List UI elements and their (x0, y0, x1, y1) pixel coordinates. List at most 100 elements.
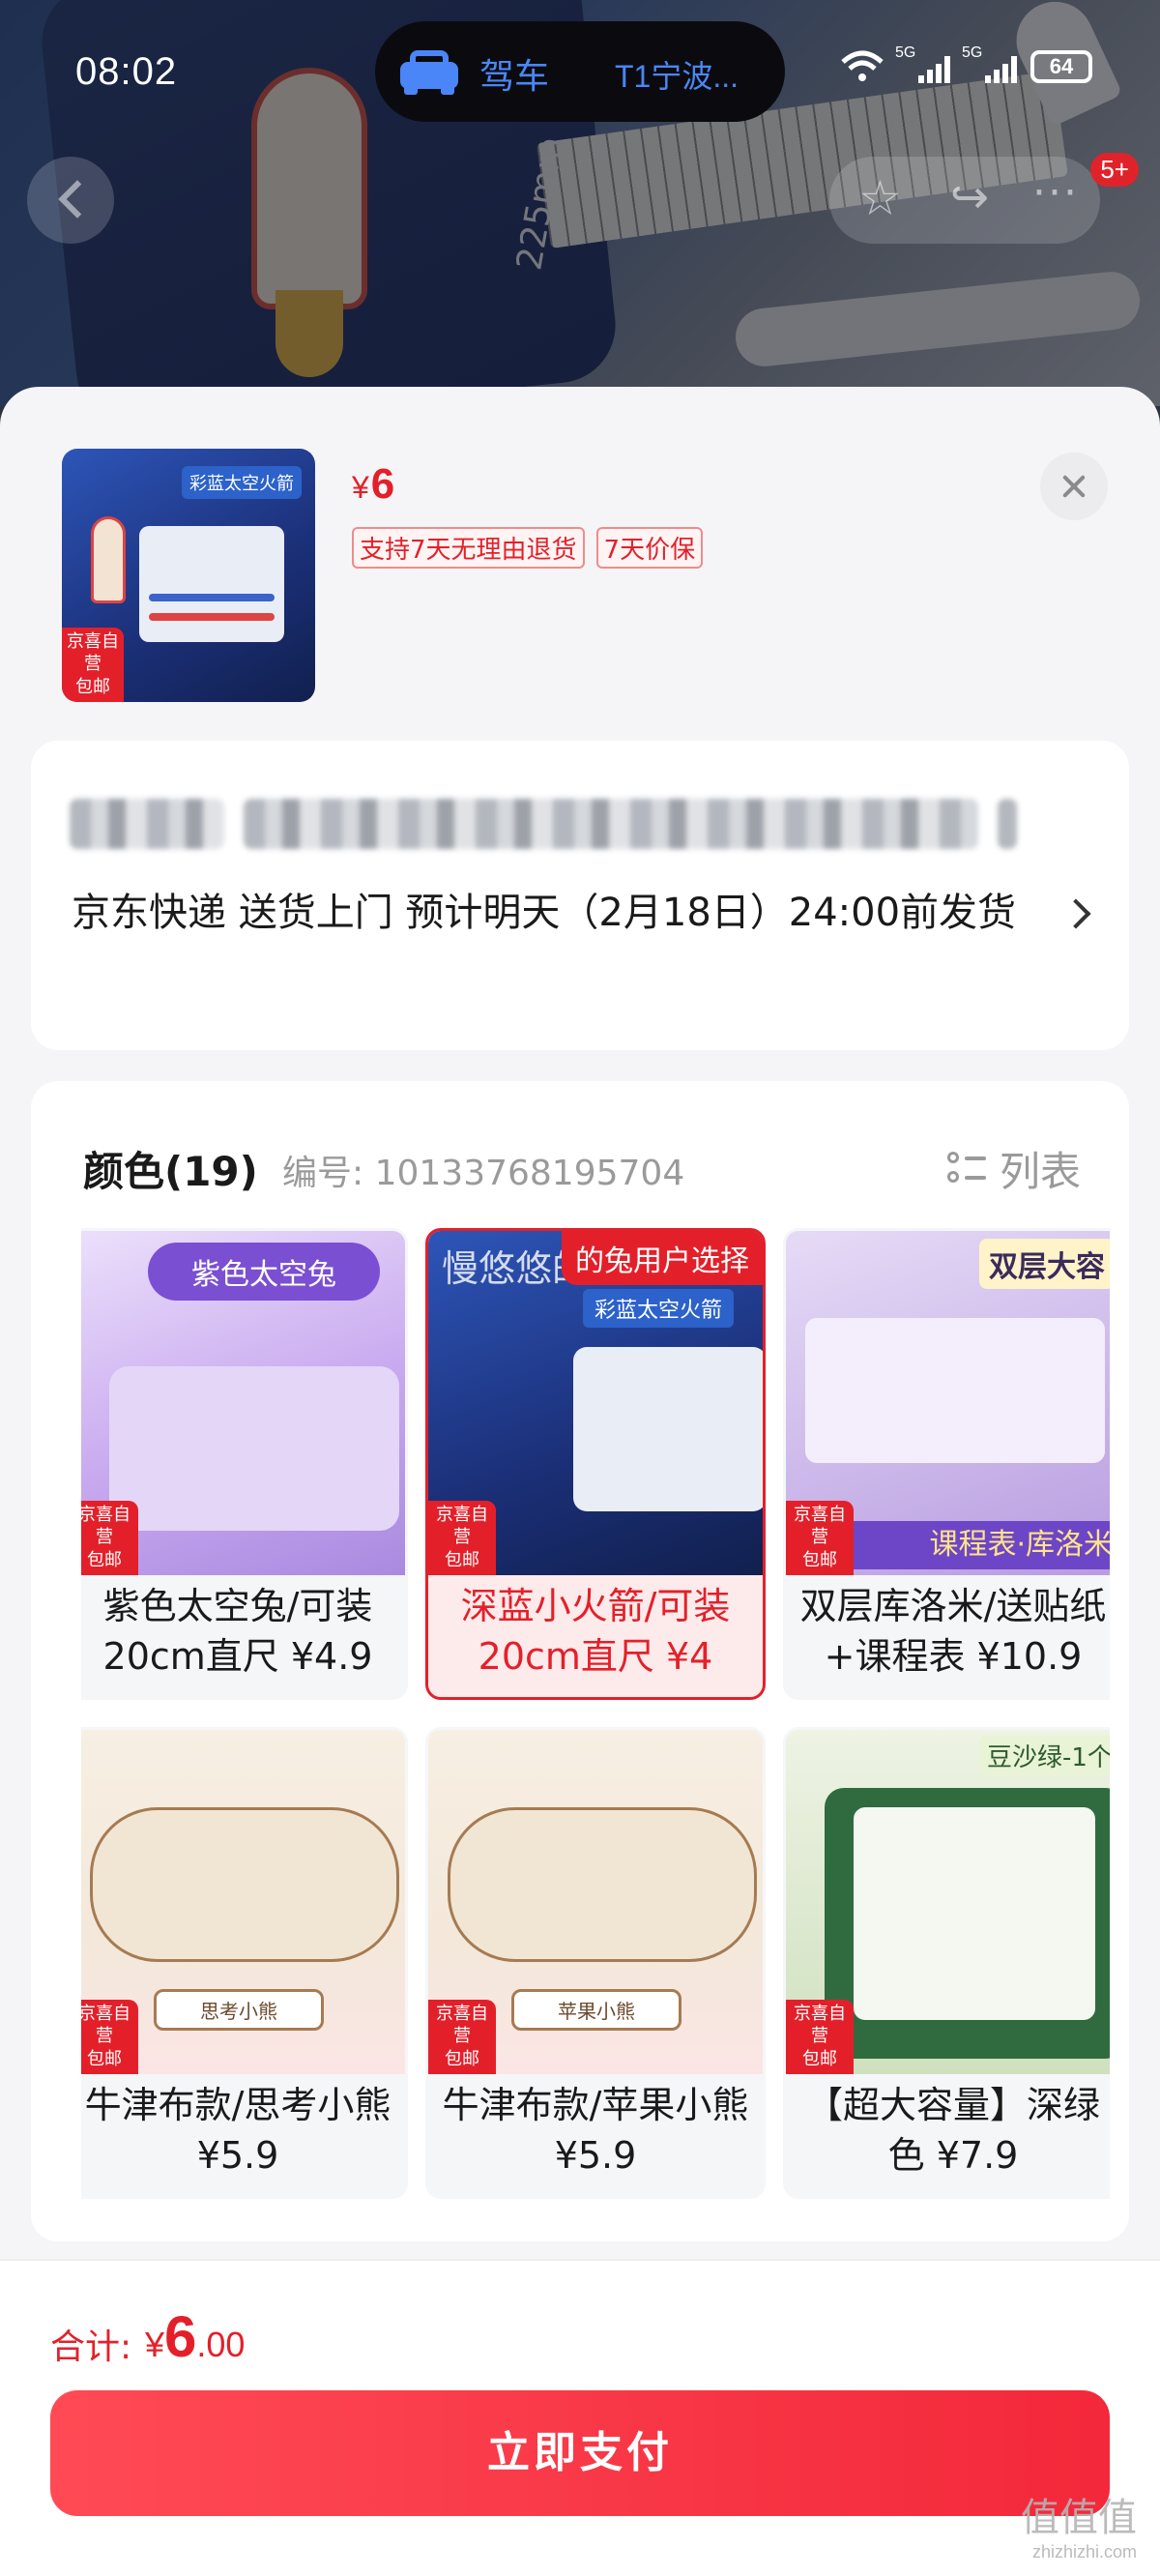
jd-self-operated-badge: 京喜自营 包邮 (428, 1500, 496, 1575)
service-tags: 支持7天无理由退货 7天价保 (352, 527, 704, 569)
variant-image: 双层大容 课程表·库洛米 京喜自营 包邮 (786, 1231, 1110, 1575)
back-button[interactable] (27, 157, 114, 244)
total-label: 合计: (50, 2327, 132, 2367)
variant-label: 【超大容量】深绿色 ¥7.9 (805, 2084, 1100, 2177)
more-icon[interactable]: ··· (1032, 168, 1079, 218)
image-title: 苹果小熊 (511, 1989, 682, 2031)
total-price: ¥6.00 (145, 2303, 245, 2370)
badge-line: 包邮 (87, 2048, 122, 2069)
product-nav-bar: ☆ ↪ ··· 5+ (27, 153, 1139, 244)
jd-self-operated-badge: 京喜自营 包邮 (81, 1999, 138, 2074)
badge-line: 包邮 (445, 2048, 479, 2069)
watermark: 值值值 zhizhizhi.com (1021, 2486, 1137, 2562)
pay-now-button[interactable]: 立即支付 (50, 2390, 1110, 2516)
variant-option[interactable]: 豆沙绿-1个 京喜自营 包邮 【超大容量】深绿色 ¥7.9 (783, 1727, 1110, 2199)
badge-line: 京喜自营 (436, 2003, 488, 2047)
jd-self-operated-badge: 京喜自营 包邮 (786, 1999, 854, 2074)
case-interior (854, 1807, 1095, 2020)
currency-symbol: ¥ (352, 470, 369, 505)
pen-illustration (149, 613, 275, 621)
variant-label: 紫色太空兔/可装20cm直尺 ¥4.9 (102, 1585, 373, 1678)
badge-line: 京喜自营 (794, 2003, 846, 2047)
drive-destination: T1宁波... (615, 59, 740, 94)
case-illustration (90, 1807, 399, 1962)
variant-option[interactable]: 苹果小熊 京喜自营 包邮 牛津布款/苹果小熊 ¥5.9 (425, 1727, 766, 2199)
message-badge: 5+ (1090, 153, 1139, 187)
jd-self-operated-badge: 京喜自营 包邮 (786, 1500, 854, 1575)
list-view-toggle[interactable]: 列表 (946, 1139, 1081, 1198)
badge-line: 京喜自营 (81, 1504, 130, 1548)
signal-icon: 5G (895, 44, 950, 83)
address-redacted (70, 799, 1094, 849)
list-icon (946, 1150, 986, 1188)
variant-image: 豆沙绿-1个 京喜自营 包邮 (786, 1730, 1110, 2074)
variant-option[interactable]: 双层大容 课程表·库洛米 京喜自营 包邮 双层库洛米/送贴纸+课程表 ¥10.9 (783, 1228, 1110, 1700)
currency-symbol: ¥ (145, 2325, 165, 2364)
image-title: 彩蓝太空火箭 (583, 1289, 735, 1328)
watermark-url: zhizhizhi.com (1031, 2542, 1137, 2561)
watermark-logo: 值值值 (1021, 2496, 1137, 2540)
thumbnail-tag: 彩蓝太空火箭 (182, 466, 302, 499)
drive-label: 驾车 (479, 57, 550, 97)
badge-line: 包邮 (75, 676, 110, 697)
navigation-pill[interactable]: 驾车 T1宁波... (375, 21, 785, 122)
checkout-footer: 合计: ¥6.00 立即支付 值值值 zhizhizhi.com (0, 2259, 1160, 2576)
variant-label: 双层库洛米/送贴纸+课程表 ¥10.9 (799, 1585, 1107, 1678)
total-decimal: .00 (196, 2325, 246, 2364)
variant-card: 颜色(19) 编号: 10133768195704 列表 紫色太空兔 京喜自营包… (31, 1081, 1129, 2241)
variant-label: 牛津布款/思考小熊 ¥5.9 (84, 2084, 392, 2177)
close-button[interactable] (1040, 453, 1108, 520)
badge-line: 京喜自营 (81, 2003, 130, 2047)
share-icon[interactable]: ↪ (950, 174, 989, 220)
pen-illustration (149, 594, 275, 601)
variant-label: 深蓝小火箭/可装20cm直尺 ¥4 (460, 1585, 731, 1678)
nav-actions: ☆ ↪ ··· (829, 157, 1100, 244)
price-value: 6 (370, 460, 395, 508)
badge-line: 包邮 (445, 1549, 479, 1570)
jd-self-operated-badge: 京喜自营 包邮 (81, 1500, 138, 1575)
badge-line: 包邮 (802, 2048, 837, 2069)
purchase-sheet: 彩蓝太空火箭 京喜自营 包邮 ¥6 支持7天无理由退货 7天价保 京东快递 送货… (0, 387, 1160, 2576)
status-time: 08:02 (75, 50, 178, 93)
case-illustration (805, 1318, 1105, 1463)
badge-line: 包邮 (87, 1549, 122, 1570)
system-icons: 5G 5G 64 (841, 44, 1092, 83)
variant-image: 紫色太空兔 京喜自营 包邮 (81, 1231, 405, 1575)
rocket-illustration (91, 516, 126, 603)
variant-option[interactable]: 紫色太空兔 京喜自营 包邮 紫色太空兔/可装20cm直尺 ¥4.9 (81, 1228, 408, 1700)
image-title: 豆沙绿-1个 (979, 1736, 1110, 1775)
variant-grid: 紫色太空兔 京喜自营 包邮 紫色太空兔/可装20cm直尺 ¥4.9 彩蓝太空火箭 … (81, 1228, 1110, 2234)
variant-option[interactable]: 思考小熊 京喜自营 包邮 牛津布款/思考小熊 ¥5.9 (81, 1727, 408, 2199)
favorite-icon[interactable]: ☆ (858, 174, 902, 222)
product-code: 编号: 10133768195704 (282, 1154, 685, 1193)
return-policy-tag: 支持7天无理由退货 (352, 527, 585, 569)
delivery-card[interactable]: 京东快递 送货上门 预计明天（2月18日）24:00前发货 (31, 741, 1129, 1050)
case-illustration (448, 1807, 757, 1962)
product-summary: 彩蓝太空火箭 京喜自营 包邮 ¥6 支持7天无理由退货 7天价保 (0, 387, 1160, 716)
product-thumbnail[interactable]: 彩蓝太空火箭 京喜自营 包邮 (62, 449, 315, 702)
image-title: 双层大容 (979, 1239, 1110, 1289)
badge-line: 京喜自营 (67, 630, 119, 675)
user-choice-corner: 的兔用户选择 (562, 1231, 763, 1285)
image-title: 思考小熊 (154, 1989, 324, 2031)
variant-image: 思考小熊 京喜自营 包邮 (81, 1730, 405, 2074)
delivery-info: 京东快递 送货上门 预计明天（2月18日）24:00前发货 (72, 891, 1017, 935)
chevron-right-icon (1060, 898, 1091, 929)
total-integer: 6 (164, 2304, 197, 2369)
price-protect-tag: 7天价保 (595, 527, 704, 569)
badge-line: 京喜自营 (794, 1504, 846, 1548)
jd-self-operated-badge: 京喜自营 包邮 (62, 627, 124, 702)
badge-line: 包邮 (802, 1549, 837, 1570)
case-illustration (139, 526, 284, 642)
status-bar: 08:02 驾车 T1宁波... 5G 5G 64 (0, 0, 1160, 135)
battery-icon: 64 (1030, 50, 1092, 83)
variant-label: 牛津布款/苹果小熊 ¥5.9 (442, 2084, 749, 2177)
variant-option-selected[interactable]: 彩蓝太空火箭 慢悠悠的兔子 京喜自营 包邮 的兔用户选择 深蓝小火箭/可装20cm… (425, 1228, 766, 1700)
variant-image: 苹果小熊 京喜自营 包邮 (428, 1730, 763, 2074)
jd-self-operated-badge: 京喜自营 包邮 (428, 1999, 496, 2074)
case-illustration (109, 1366, 399, 1531)
case-illustration (573, 1347, 763, 1511)
car-icon (400, 50, 458, 95)
wifi-icon (841, 50, 884, 81)
image-title: 紫色太空兔 (148, 1243, 380, 1301)
